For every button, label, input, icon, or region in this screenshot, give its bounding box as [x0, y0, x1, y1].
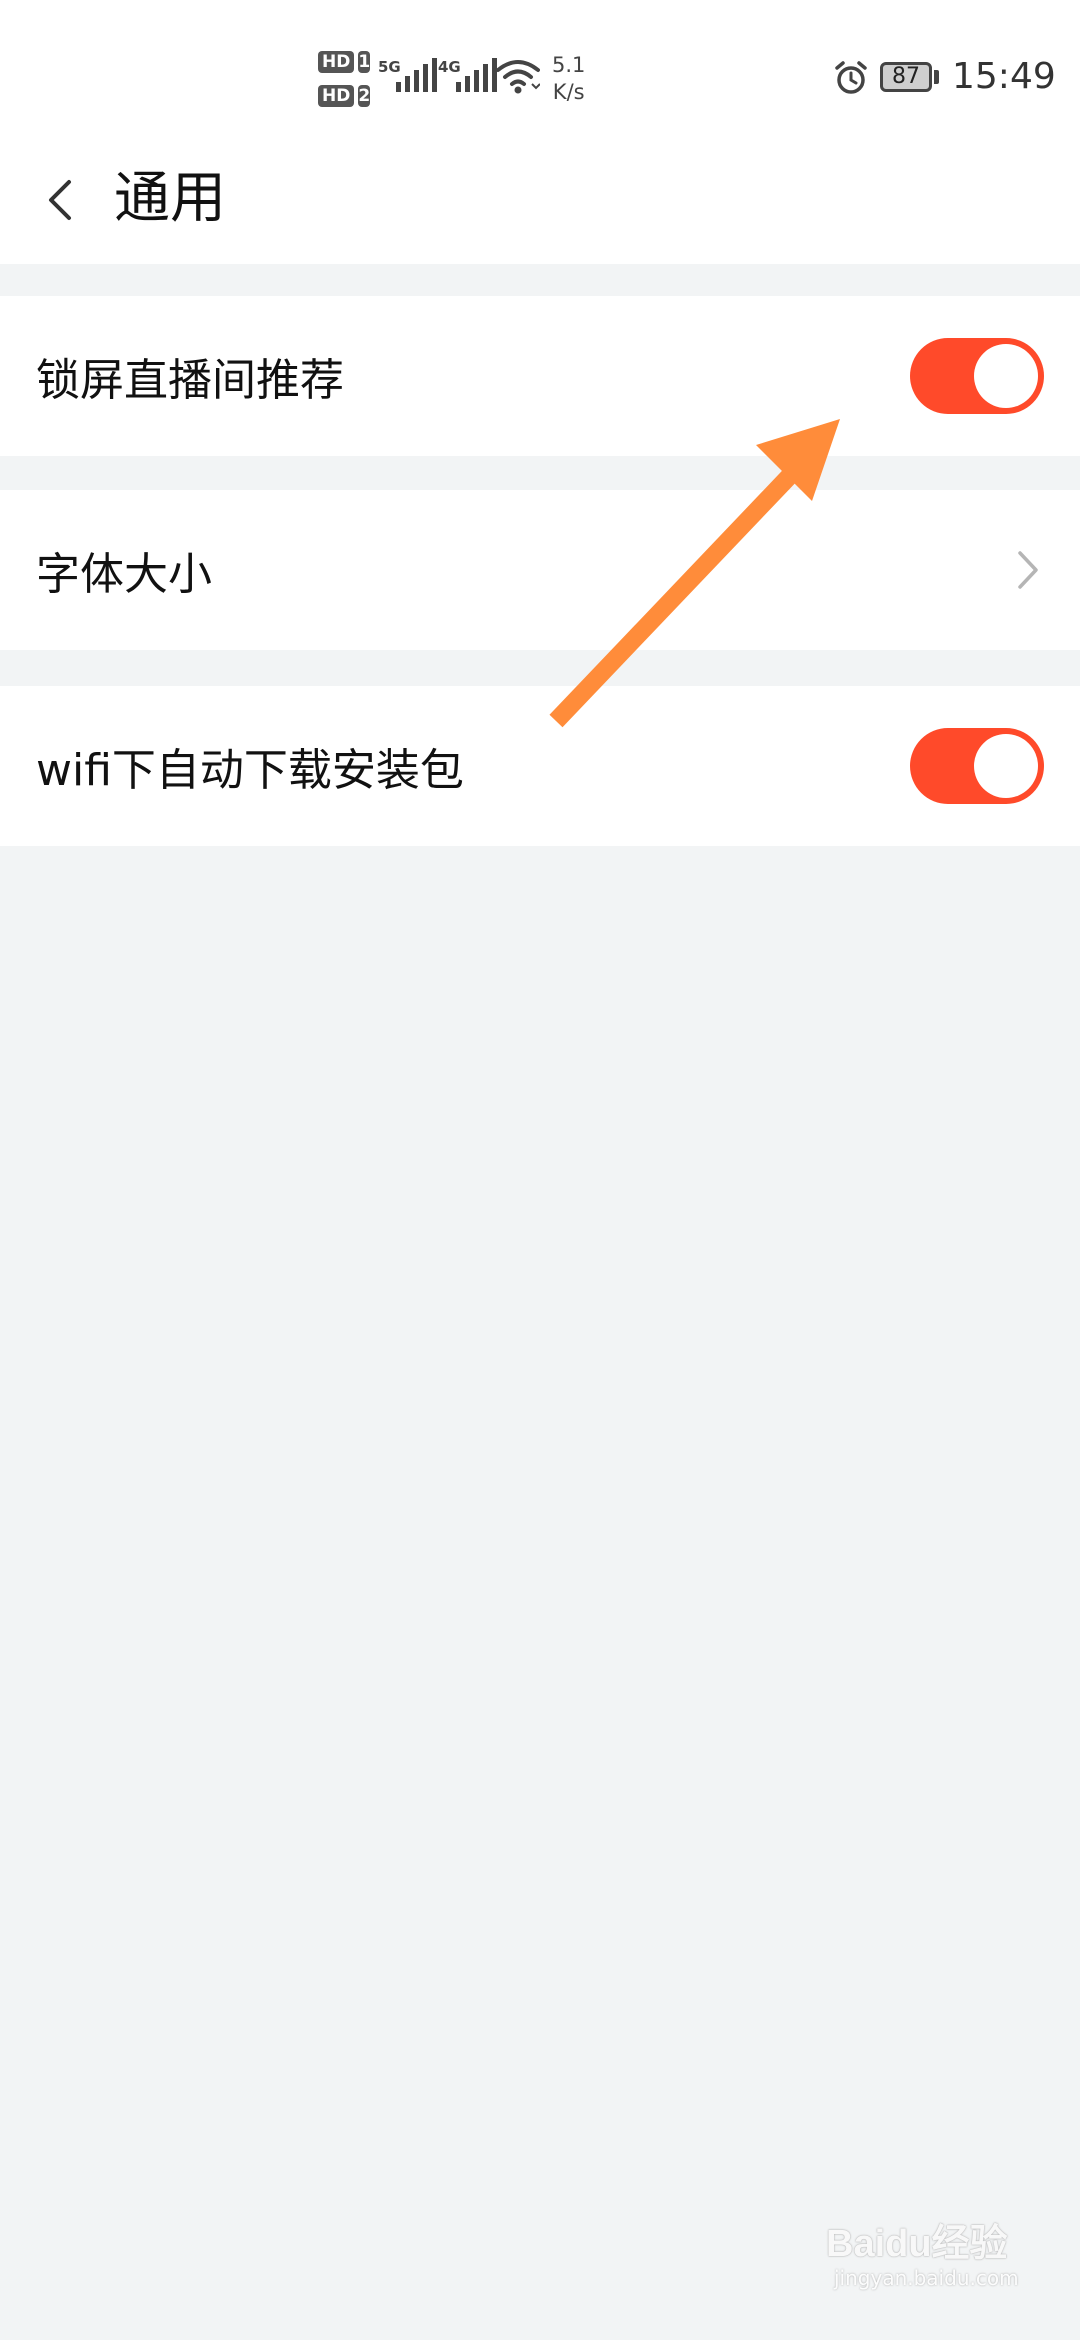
battery-tip — [934, 70, 939, 84]
speed-unit: K/s — [552, 80, 585, 104]
status-time: 15:49 — [952, 56, 1056, 97]
toggle-knob — [974, 344, 1038, 408]
chevron-right-icon — [1018, 551, 1038, 589]
sim2-hd-indicator: HD 2 — [318, 84, 371, 108]
sim1-hd-indicator: HD 1 — [318, 50, 371, 74]
annotation-arrow-icon — [549, 419, 840, 728]
wifi-icon — [496, 60, 540, 94]
sim-number: 2 — [358, 85, 371, 107]
toggle-knob — [974, 734, 1038, 798]
battery-indicator: 87 — [880, 62, 932, 92]
signal-strength-icon — [456, 58, 497, 92]
back-button[interactable] — [30, 170, 90, 230]
hd-badge: HD — [318, 85, 355, 107]
hd-badge: HD — [318, 51, 355, 73]
watermark-main: Baidu经验 — [826, 2223, 1008, 2265]
baidu-watermark: Baidu经验 jingyan.baidu.com — [826, 2212, 1026, 2302]
alarm-clock-icon — [835, 61, 867, 94]
sim-number: 1 — [358, 51, 371, 73]
network-speed: 5.1 K/s — [552, 52, 585, 106]
watermark-sub: jingyan.baidu.com — [834, 2266, 1019, 2290]
title-bar: 通用 — [0, 150, 1080, 264]
lockscreen-live-recommend-toggle[interactable] — [910, 338, 1044, 414]
setting-label: 字体大小 — [36, 549, 212, 600]
setting-label: 锁屏直播间推荐 — [36, 355, 344, 406]
signal-strength-icon — [396, 58, 437, 92]
wifi-auto-download-toggle[interactable] — [910, 728, 1044, 804]
speed-value: 5.1 — [552, 53, 586, 77]
chevron-left-icon — [49, 180, 71, 220]
setting-label: wifi下自动下载安装包 — [36, 745, 464, 796]
page-title: 通用 — [114, 166, 226, 231]
status-bar: HD 1 HD 2 5G 4G 5.1 K/s 87 15:49 — [0, 0, 1080, 150]
